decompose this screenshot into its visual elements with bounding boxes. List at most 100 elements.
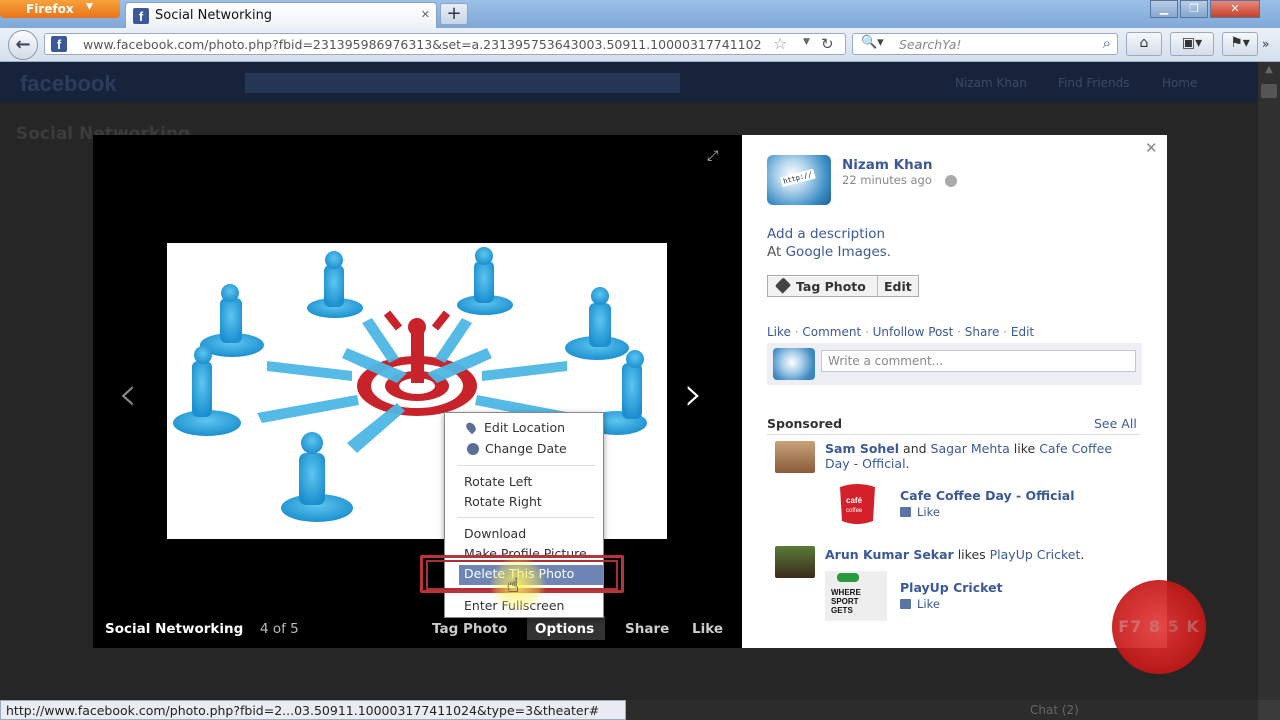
connector-text: and bbox=[899, 441, 931, 456]
toolbar-overflow-icon[interactable]: » bbox=[1262, 37, 1269, 51]
search-placeholder: SearchYa! bbox=[899, 37, 962, 52]
menu-rotate-left[interactable]: Rotate Left bbox=[464, 474, 532, 489]
svg-text:WHERE: WHERE bbox=[831, 588, 861, 597]
comment-input[interactable]: Write a comment... bbox=[821, 350, 1136, 372]
sponsor-avatar[interactable] bbox=[775, 441, 815, 473]
facebook-header: facebook Nizam Khan Find Friends Home bbox=[0, 62, 1258, 102]
site-identity-icon[interactable]: f bbox=[51, 36, 67, 52]
tag-photo-edit-group: Tag Photo Edit bbox=[767, 275, 919, 297]
search-bar[interactable]: 🔍▾ SearchYa! ⌕ bbox=[852, 33, 1118, 55]
ad-like-label: Like bbox=[917, 597, 940, 611]
location-text: At Google Images. bbox=[767, 244, 891, 260]
like-link[interactable]: Like bbox=[692, 621, 723, 637]
sponsored-divider bbox=[767, 434, 1140, 435]
edit-button[interactable]: Edit bbox=[884, 279, 912, 294]
back-button[interactable]: ← bbox=[8, 30, 38, 60]
minimize-window-button[interactable]: ▁ bbox=[1150, 0, 1178, 18]
firefox-menu-button[interactable]: Firefox ▼ bbox=[0, 0, 120, 18]
menu-change-date[interactable]: Change Date bbox=[485, 441, 567, 456]
tag-photo-button[interactable]: Tag Photo bbox=[796, 279, 866, 294]
chevron-down-icon: ▼ bbox=[86, 2, 93, 12]
ad-title-link[interactable]: PlayUp Cricket bbox=[900, 580, 1003, 595]
search-engine-icon[interactable]: 🔍▾ bbox=[861, 35, 884, 50]
location-link[interactable]: Google Images. bbox=[786, 244, 892, 260]
thumbs-up-icon bbox=[900, 599, 911, 609]
action-share[interactable]: Share bbox=[965, 325, 1000, 339]
sponsored-story: Sam Sohel and Sagar Mehta like Cafe Coff… bbox=[825, 441, 1125, 471]
page-scrollbar[interactable] bbox=[1258, 62, 1280, 700]
browser-tab[interactable]: f Social Networking ✕ bbox=[125, 2, 437, 28]
at-prefix: At bbox=[767, 244, 786, 260]
bookmark-star-icon[interactable]: ☆ bbox=[773, 34, 787, 53]
address-bar[interactable]: f www.facebook.com/photo.php?fbid=231395… bbox=[44, 33, 846, 55]
facebook-favicon-icon: f bbox=[133, 8, 149, 24]
action-comment[interactable]: Comment bbox=[802, 325, 861, 339]
close-theater-icon[interactable]: ✕ bbox=[1145, 139, 1158, 157]
sponsor-person-link[interactable]: Arun Kumar Sekar bbox=[825, 547, 954, 562]
header-find-friends: Find Friends bbox=[1058, 76, 1130, 90]
home-button[interactable]: ⌂ bbox=[1126, 32, 1162, 56]
new-tab-button[interactable]: + bbox=[440, 3, 468, 25]
cafe-coffee-day-logo[interactable]: café coffee bbox=[835, 481, 897, 531]
tag-photo-link[interactable]: Tag Photo bbox=[432, 621, 507, 637]
svg-text:GETS: GETS bbox=[831, 606, 853, 615]
video-watermark: F7 8 5 K bbox=[1112, 580, 1206, 674]
status-bar-right bbox=[626, 700, 1258, 720]
chat-bar[interactable]: Chat (2) bbox=[1030, 700, 1079, 717]
add-description-link[interactable]: Add a description bbox=[767, 226, 885, 242]
connector-text: . bbox=[1080, 547, 1085, 562]
menu-edit-location[interactable]: Edit Location bbox=[484, 420, 565, 435]
fullscreen-expand-icon[interactable]: ⤢ bbox=[707, 148, 723, 164]
ad-like-button[interactable]: Like bbox=[900, 597, 940, 611]
close-window-button[interactable]: ✕ bbox=[1210, 0, 1260, 18]
connector-text: likes bbox=[953, 547, 990, 562]
hand-cursor-icon: ☝ bbox=[506, 572, 519, 596]
photo-position: 4 of 5 bbox=[260, 621, 299, 637]
menu-download[interactable]: Download bbox=[464, 526, 526, 541]
facebook-logo: facebook bbox=[20, 71, 117, 96]
owner-avatar[interactable]: http:// bbox=[767, 155, 831, 205]
reload-icon[interactable]: ↻ bbox=[821, 35, 834, 53]
svg-text:coffee: coffee bbox=[846, 508, 863, 514]
menu-divider bbox=[457, 465, 595, 466]
firefox-label: Firefox bbox=[26, 2, 74, 16]
sponsored-story: Arun Kumar Sekar likes PlayUp Cricket. bbox=[825, 547, 1125, 562]
sponsor-avatar[interactable] bbox=[775, 546, 815, 578]
sponsor-person-link[interactable]: Sagar Mehta bbox=[931, 441, 1010, 456]
previous-photo-arrow-icon[interactable]: ‹ bbox=[118, 370, 137, 418]
action-like[interactable]: Like bbox=[767, 325, 791, 339]
album-name-link[interactable]: Social Networking bbox=[105, 621, 243, 637]
scrollbar-thumb[interactable] bbox=[1261, 84, 1277, 98]
cafe-coffee-day-logo-icon: café coffee bbox=[840, 484, 875, 524]
share-link[interactable]: Share bbox=[625, 621, 669, 637]
ad-title-link[interactable]: Cafe Coffee Day - Official bbox=[900, 488, 1075, 503]
ad-like-button[interactable]: Like bbox=[900, 505, 940, 519]
posted-time[interactable]: 22 minutes ago bbox=[842, 173, 932, 187]
commenter-avatar bbox=[773, 348, 815, 380]
tab-close-icon[interactable]: ✕ bbox=[421, 8, 430, 21]
maximize-window-button[interactable]: ❐ bbox=[1180, 0, 1208, 18]
menu-rotate-right[interactable]: Rotate Right bbox=[464, 494, 542, 509]
button-separator bbox=[877, 276, 878, 296]
tag-icon bbox=[774, 277, 792, 294]
sponsor-person-link[interactable]: Sam Sohel bbox=[825, 441, 899, 456]
addons-button[interactable]: ▣▾ bbox=[1170, 32, 1214, 56]
toolbar-extension-button[interactable]: ⚑▾ bbox=[1222, 32, 1258, 56]
search-go-icon[interactable]: ⌕ bbox=[1103, 34, 1111, 52]
svg-text:SPORT: SPORT bbox=[831, 597, 859, 606]
action-unfollow-post[interactable]: Unfollow Post bbox=[873, 325, 954, 339]
ad-like-label: Like bbox=[917, 505, 940, 519]
status-bar-url: http://www.facebook.com/photo.php?fbid=2… bbox=[0, 700, 626, 720]
privacy-globe-icon[interactable] bbox=[945, 175, 957, 187]
playup-cricket-logo[interactable]: WHERE SPORT GETS bbox=[825, 571, 887, 621]
history-dropdown-icon[interactable]: ▼ bbox=[803, 37, 810, 47]
thumbs-up-icon bbox=[900, 507, 911, 517]
options-button[interactable]: Options bbox=[527, 616, 605, 640]
scroll-up-arrow-icon[interactable]: ▲ bbox=[1260, 64, 1278, 82]
sponsored-page-link[interactable]: PlayUp Cricket bbox=[990, 547, 1081, 562]
next-photo-arrow-icon[interactable]: › bbox=[684, 370, 703, 418]
watermark-text: F7 8 5 K bbox=[1118, 617, 1200, 636]
see-all-link[interactable]: See All bbox=[1094, 416, 1137, 431]
action-edit[interactable]: Edit bbox=[1011, 325, 1034, 339]
owner-name-link[interactable]: Nizam Khan bbox=[842, 157, 932, 173]
